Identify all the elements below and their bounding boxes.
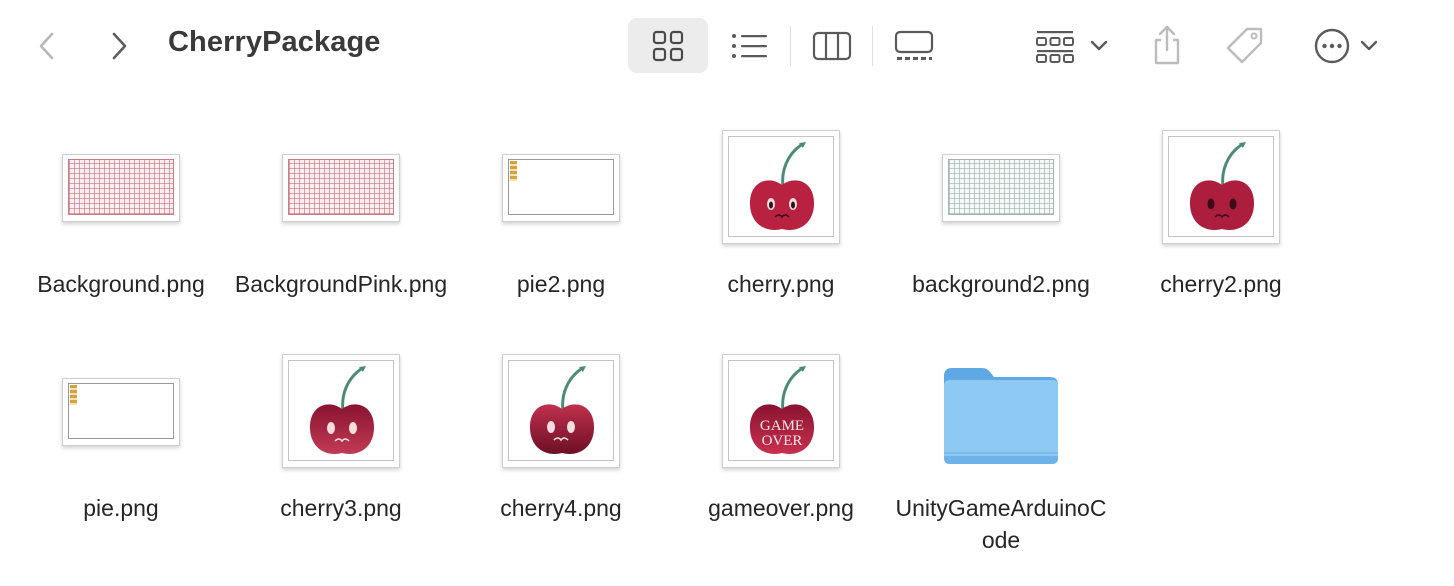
file-grid: Background.png BackgroundPink.png pie2.p… [0,0,1454,586]
file-thumbnail [891,154,1111,222]
gameover-text-line: OVER [762,433,803,449]
file-thumbnail [231,354,451,468]
file-name: BackgroundPink.png [234,271,448,297]
file-name: cherry3.png [280,495,402,521]
file-name: background2.png [912,271,1090,297]
gameover-text-line: GAME [760,418,804,434]
folder-thumbnail [891,362,1111,468]
cherry-face-icon [529,366,595,454]
file-name: pie2.png [516,271,606,297]
file-name: cherry2.png [1160,271,1282,297]
cherry-gameover-icon: GAME OVER [749,366,815,454]
folder-name: UnityGameArduinoCode [895,495,1107,553]
file-thumbnail [11,154,231,222]
file-thumbnail [231,154,451,222]
file-name: gameover.png [708,495,854,521]
folder-icon [944,368,1058,464]
file-thumbnail [11,378,231,446]
file-name: cherry.png [727,271,835,297]
file-thumbnail [671,130,891,244]
file-thumbnail: GAME OVER [671,354,891,468]
file-name: cherry4.png [500,495,622,521]
cherry-face-icon [309,366,375,454]
cherry-face-icon [1189,142,1255,230]
file-name: pie.png [83,495,159,521]
cherry-face-icon [749,142,815,230]
file-thumbnail [451,154,671,222]
file-thumbnail [451,354,671,468]
file-name: Background.png [37,271,205,297]
file-thumbnail [1111,130,1331,244]
